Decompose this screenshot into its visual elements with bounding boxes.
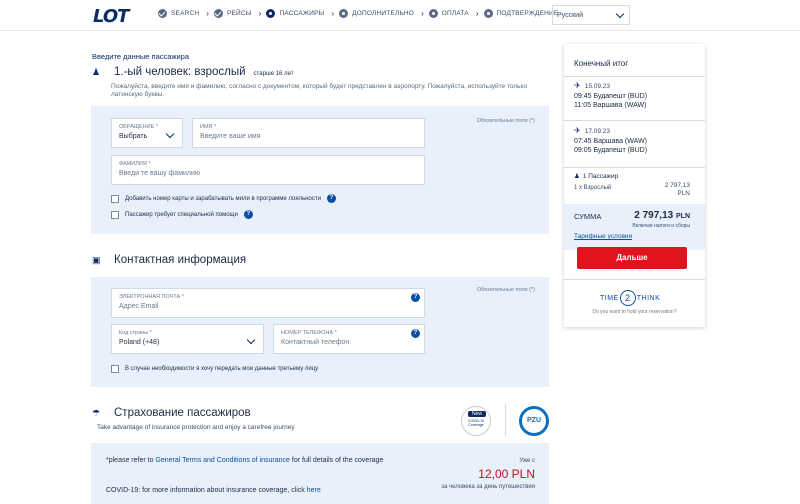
passenger-count: ♟ 1 Пассажир	[574, 173, 619, 180]
last-name-field[interactable]: ФАМИЛИЯ * Введи те вашу фамилию	[111, 155, 425, 185]
language-value: Русский	[557, 12, 583, 19]
step-extras: ДОПОЛНИТЕЛЬНО	[339, 9, 414, 18]
umbrella-icon: ☂	[92, 408, 101, 418]
total-box: СУММА 2 797,13 PLN Включая налоги и сбор…	[564, 204, 705, 250]
insurance-subtitle: Take advantage of insurance protection a…	[97, 424, 295, 431]
checkbox[interactable]	[111, 210, 119, 219]
help-icon[interactable]: ?	[411, 329, 420, 338]
chevron-right-icon: ›	[475, 9, 479, 18]
help-icon[interactable]: ?	[243, 210, 253, 219]
pending-step-icon	[339, 9, 349, 18]
checkbox[interactable]	[111, 194, 119, 203]
insurance-terms-text: *please refer to General Terms and Condi…	[106, 457, 384, 464]
first-name-field[interactable]: ИМЯ * Введите ваше имя	[192, 118, 425, 148]
tariff-conditions-link[interactable]: Тарифные условия	[574, 233, 632, 240]
step-payment: ОПЛАТА	[428, 9, 469, 18]
summary-title: Конечный итог	[574, 59, 629, 68]
chevron-right-icon: ›	[421, 9, 424, 18]
name-hint: Пожалуйста, введите имя и фамилию, согла…	[111, 83, 528, 98]
passenger-amount: 2 797,13 PLN	[664, 182, 690, 197]
terms-link[interactable]: General Terms and Conditions of insuranc…	[155, 457, 290, 464]
current-step-icon	[266, 9, 276, 18]
contact-card-icon: ▣	[92, 255, 101, 265]
title-select[interactable]: ОБРАЩЕНИЕ * Выбрать	[111, 118, 183, 148]
next-button[interactable]: Дальше	[577, 247, 687, 269]
assistance-checkbox[interactable]: Пассажир требует специальной помощи ?	[111, 210, 253, 219]
divider	[564, 120, 705, 121]
required-note: Обязательные поля (*)	[476, 118, 535, 124]
chevron-right-icon: ›	[206, 9, 209, 18]
progress-steps: SEARCH › РЕЙСЫ › ПАССАЖИРЫ › ДОПОЛНИТЕЛЬ…	[158, 9, 562, 18]
share-data-checkbox[interactable]: В случае необходимости я хочу передать м…	[111, 365, 318, 373]
plane-icon: ✈	[574, 81, 581, 90]
checkbox[interactable]	[111, 365, 119, 373]
passenger-type: 1 x Взрослый	[574, 185, 612, 191]
contact-panel: Обязательные поля (*) ЭЛЕКТРОННАЯ ПОЧТА …	[91, 277, 549, 387]
passenger-panel: Обязательные поля (*) ОБРАЩЕНИЕ * Выбрат…	[91, 106, 549, 234]
insurance-price: 12,00 PLN	[478, 467, 535, 481]
help-icon[interactable]: ?	[411, 293, 420, 302]
check-icon	[158, 9, 167, 18]
contact-heading: ▣ Контактная информация	[92, 254, 247, 266]
here-link[interactable]: here	[307, 487, 321, 494]
step-search[interactable]: SEARCH	[158, 9, 199, 18]
required-note: Обязательные поля (*)	[476, 287, 535, 293]
country-code-select[interactable]: Код страны * Poland (+48)	[111, 324, 264, 354]
flight-outbound: ✈ 15.09.23 09:45 Будапешт (BUD) 11:05 Вар…	[574, 81, 648, 109]
top-bar: LOT SEARCH › РЕЙСЫ › ПАССАЖИРЫ › ДОПОЛНИ…	[0, 0, 800, 31]
form-title: Введите данные пассажира	[92, 52, 190, 61]
step-flights[interactable]: РЕЙСЫ	[213, 9, 252, 18]
covid-coverage-badge: New COVID-19 Coverage	[461, 406, 491, 436]
time2think-logo[interactable]: TIME 2 THINK	[600, 290, 660, 306]
chevron-down-icon	[246, 335, 256, 345]
total-amount: 2 797,13 PLN	[634, 210, 690, 221]
divider	[564, 76, 705, 77]
chevron-down-icon	[615, 9, 625, 19]
email-field[interactable]: ЭЛЕКТРОННАЯ ПОЧТА * Адрес Email ?	[111, 288, 425, 318]
summary-card: Конечный итог ✈ 15.09.23 09:45 Будапешт (…	[564, 44, 705, 327]
lot-logo[interactable]: LOT	[93, 6, 129, 27]
covid-info-text: COVID-19: for more information about ins…	[106, 487, 321, 494]
step-confirmation: ПОДТВЕРЖДЕНИЕ	[483, 9, 559, 18]
phone-field[interactable]: НОМЕР ТЕЛЕФОНА * Контактный телефон ?	[273, 324, 425, 354]
check-icon	[213, 9, 223, 18]
help-icon[interactable]: ?	[326, 194, 336, 203]
pending-step-icon	[483, 9, 493, 18]
divider	[564, 167, 705, 168]
chevron-down-icon	[165, 129, 175, 139]
plane-icon: ✈	[574, 126, 581, 135]
language-select[interactable]: Русский	[552, 5, 630, 25]
person-icon: ♟	[92, 67, 101, 77]
pzu-logo: PZU	[519, 406, 549, 436]
flight-return: ✈ 17.09.23 07:45 Варшава (WAW) 09:05 Буда…	[574, 126, 648, 154]
insurance-heading: ☂ Страхование пассажиров	[92, 407, 251, 419]
price-from-label: Уже с	[519, 458, 535, 464]
person-icon: ♟	[574, 173, 580, 180]
chevron-right-icon: ›	[331, 9, 335, 18]
chevron-right-icon: ›	[258, 9, 262, 18]
loyalty-checkbox[interactable]: Добавить номер карты и зарабатывать мили…	[111, 194, 336, 203]
divider	[505, 404, 506, 436]
divider	[564, 279, 705, 280]
passenger-heading: ♟ 1.-ый человек: взрослый старше 16 лет	[92, 66, 294, 78]
time2think-subtitle: Do you want to hold your reservation?	[592, 309, 677, 315]
price-note: за человека за день путешествия	[441, 484, 535, 490]
step-passengers[interactable]: ПАССАЖИРЫ	[266, 9, 324, 18]
pending-step-icon	[428, 9, 438, 18]
